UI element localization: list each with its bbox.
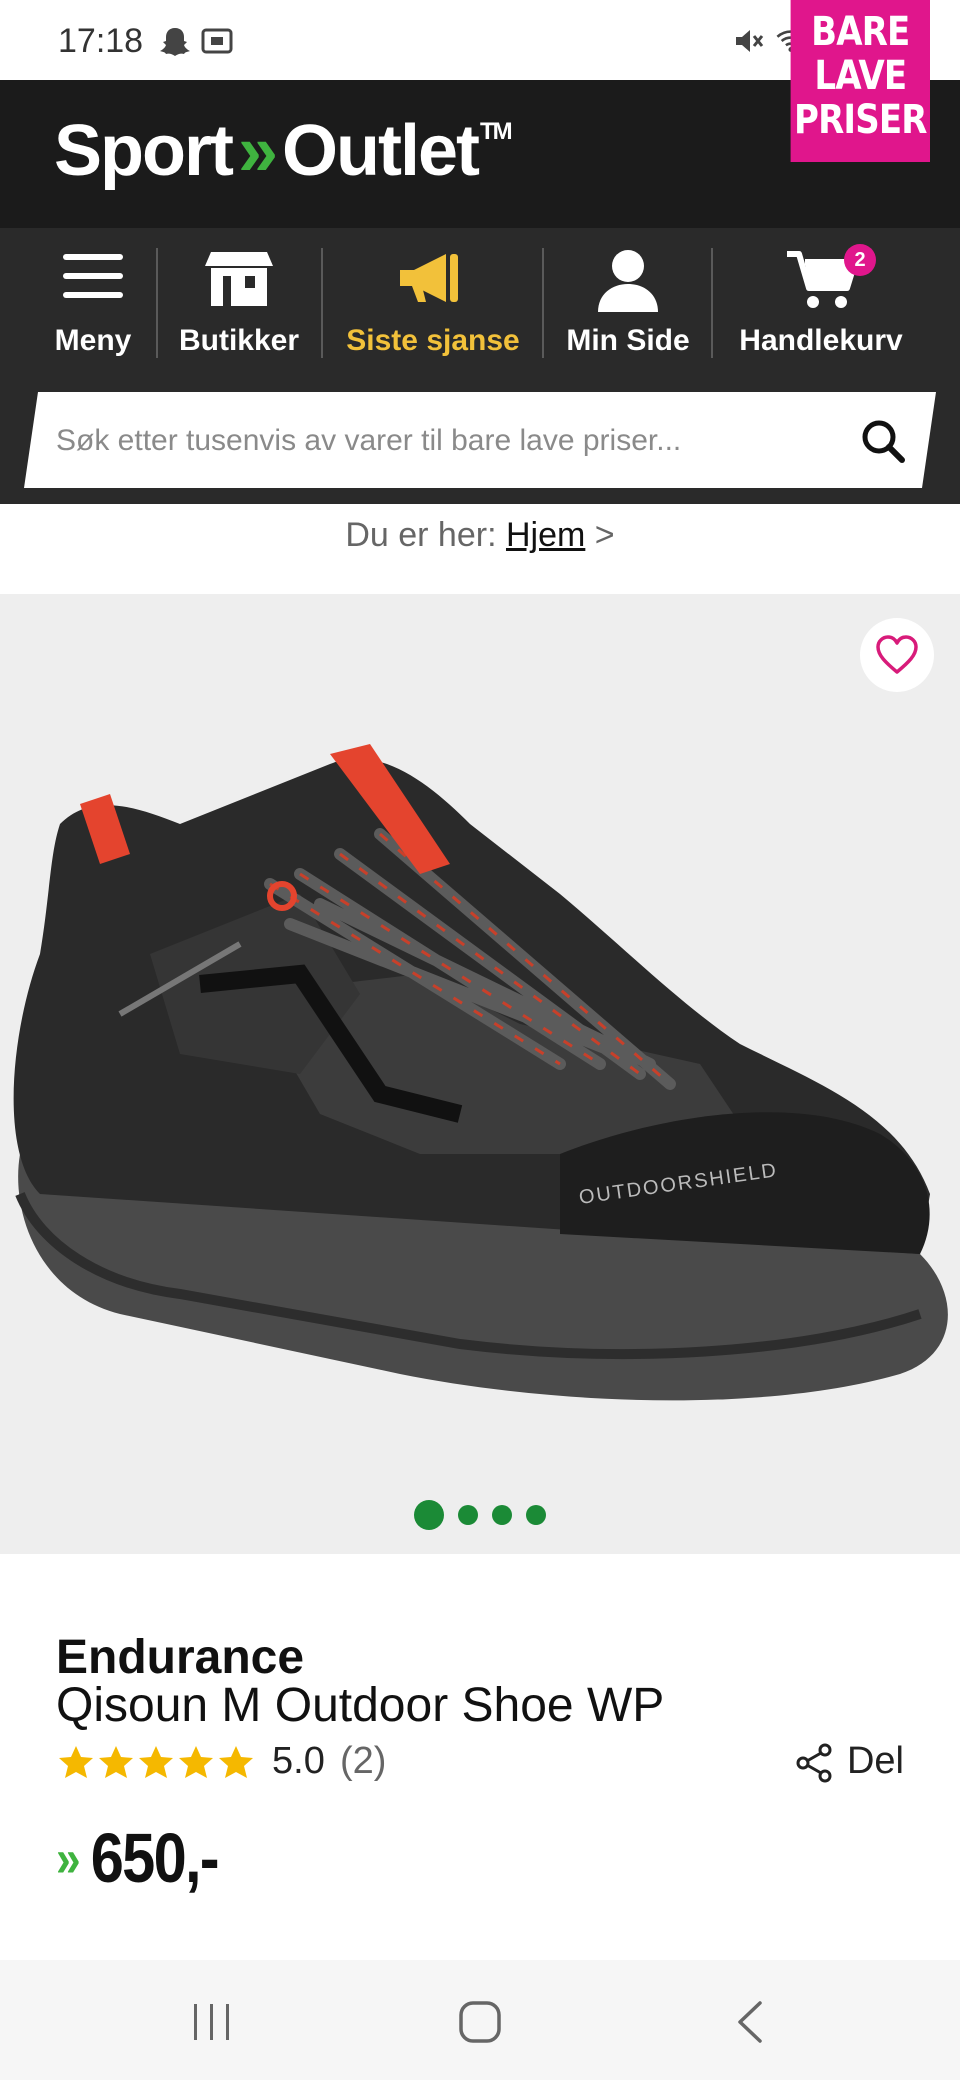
main-nav: Meny Butikker Siste sjanse Min Side Hand… <box>0 228 960 376</box>
rating-value: 5.0 <box>272 1740 325 1782</box>
nav-divider <box>542 248 544 358</box>
megaphone-icon <box>400 254 458 302</box>
search-icon[interactable] <box>860 418 906 464</box>
nav-item-min-side[interactable]: Min Side <box>546 228 710 376</box>
nav-label-siste-sjanse: Siste sjanse <box>346 324 520 357</box>
share-button[interactable]: Del <box>795 1740 904 1783</box>
nav-item-butikker[interactable]: Butikker <box>160 228 318 376</box>
star-icon <box>99 1746 133 1778</box>
nav-item-meny[interactable]: Meny <box>30 228 156 376</box>
price-value: 650,- <box>90 1819 220 1897</box>
badge-line-2: LAVE <box>814 53 907 99</box>
gallery-dot-4[interactable] <box>526 1505 546 1525</box>
search-bar <box>0 376 960 504</box>
logo-tm: TM <box>480 118 513 145</box>
status-time: 17:18 <box>58 22 144 60</box>
mute-icon <box>736 30 764 52</box>
star-icon <box>59 1746 93 1778</box>
product-image-gallery[interactable]: OUTDOORSHIELD <box>0 594 960 1554</box>
product-name: Qisoun M Outdoor Shoe WP <box>56 1679 665 1732</box>
badge-line-3: PRISER <box>794 97 927 143</box>
bare-lave-priser-badge: BARE LAVE PRISER <box>790 0 930 162</box>
star-icon <box>179 1746 213 1778</box>
logo-chevron: » <box>237 111 278 191</box>
recent-apps-icon[interactable] <box>190 2002 234 2042</box>
nav-label-butikker: Butikker <box>178 324 300 357</box>
gallery-pagination <box>0 1500 960 1530</box>
nav-label-meny: Meny <box>54 324 132 357</box>
star-icon <box>139 1746 173 1778</box>
logo-text-sport: Sport <box>54 111 234 191</box>
breadcrumb-separator: > <box>594 516 615 554</box>
snapchat-icon <box>160 28 190 56</box>
system-nav-bar <box>0 1960 960 2080</box>
logo-text-outlet: Outlet <box>282 111 480 191</box>
rating-count[interactable]: (2) <box>340 1740 386 1783</box>
nav-label-min-side: Min Side <box>566 324 690 357</box>
product-price: » 650,- <box>56 1818 220 1898</box>
price-chevron: » <box>56 1830 81 1888</box>
hamburger-icon <box>63 254 123 298</box>
nav-divider <box>156 248 158 358</box>
breadcrumb-link-home[interactable]: Hjem <box>506 516 585 554</box>
badge-line-1: BARE <box>811 9 910 55</box>
product-brand: Endurance <box>56 1631 305 1684</box>
gallery-dot-2[interactable] <box>458 1505 478 1525</box>
search-box <box>24 392 936 488</box>
share-icon <box>796 1743 832 1783</box>
favorite-button[interactable] <box>860 618 934 692</box>
nav-label-handlekurv: Handlekurv <box>739 324 903 357</box>
gallery-dot-3[interactable] <box>492 1505 512 1525</box>
nav-item-siste-sjanse[interactable]: Siste sjanse <box>326 228 540 376</box>
share-label: Del <box>846 1740 904 1782</box>
gallery-dot-1[interactable] <box>414 1500 444 1530</box>
search-input[interactable] <box>54 392 838 490</box>
breadcrumb-prefix: Du er her: <box>345 516 497 554</box>
cart-count-badge: 2 <box>844 244 876 276</box>
rating-stars <box>59 1746 253 1778</box>
home-icon[interactable] <box>458 2000 502 2044</box>
nav-divider <box>321 248 323 358</box>
nav-item-handlekurv[interactable]: Handlekurv <box>716 228 926 376</box>
nav-divider <box>711 248 713 358</box>
screenshot-icon <box>201 28 233 54</box>
star-icon <box>219 1746 253 1778</box>
store-icon <box>205 252 273 306</box>
user-icon <box>598 250 658 312</box>
back-icon[interactable] <box>734 2000 764 2044</box>
heart-icon <box>876 635 918 674</box>
breadcrumb: Du er her: Hjem > <box>0 504 960 594</box>
product-image: OUTDOORSHIELD <box>13 744 948 1401</box>
site-logo[interactable]: Sport»OutletTM <box>54 110 513 192</box>
